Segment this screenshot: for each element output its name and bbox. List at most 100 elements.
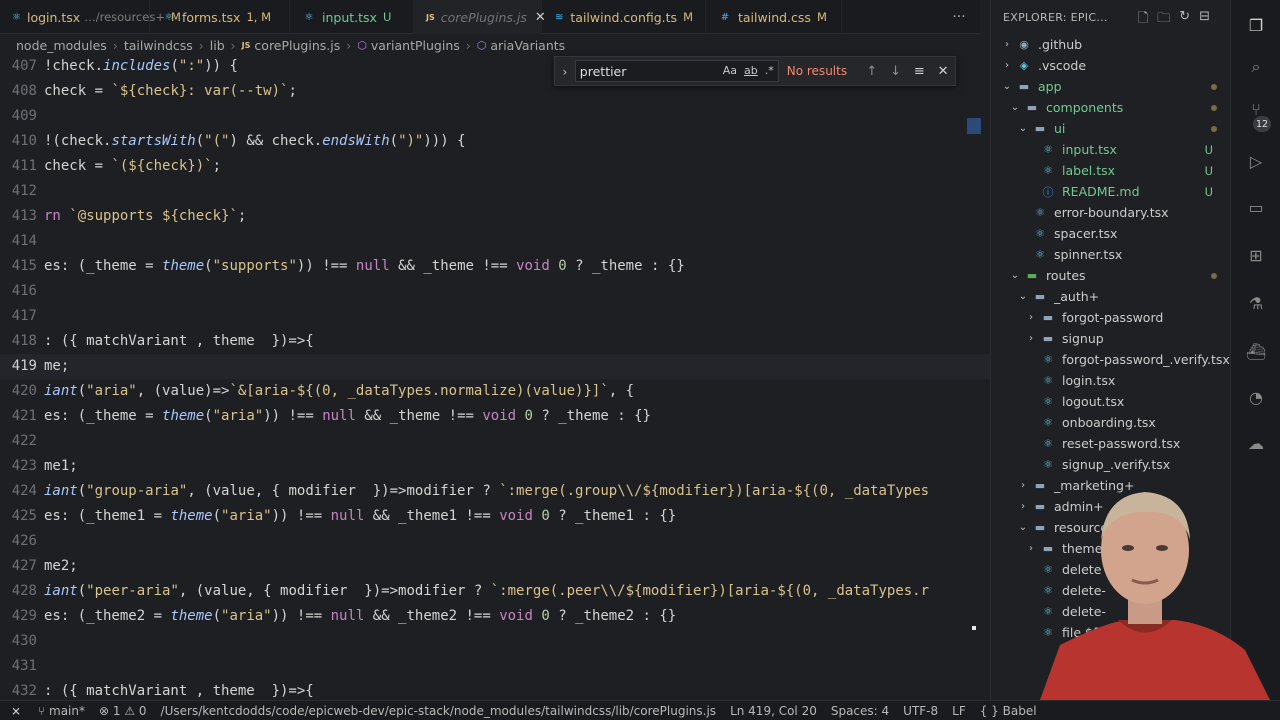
new-folder-icon[interactable]: 🗀: [1157, 9, 1170, 31]
tree-folder-routes[interactable]: ⌄ ▬ routes: [991, 265, 1231, 286]
code-line[interactable]: 425 es: (_theme1 = theme("aria")) !== nul…: [0, 504, 990, 529]
more-actions-icon[interactable]: ···: [946, 0, 972, 34]
code-line[interactable]: 414: [0, 229, 990, 254]
docker-icon[interactable]: ⛴: [1245, 340, 1267, 362]
find-input[interactable]: prettier Aa ab .*: [574, 60, 779, 82]
tree-folder-forgot-password[interactable]: › ▬ forgot-password: [991, 307, 1231, 328]
indentation[interactable]: Spaces: 4: [831, 704, 889, 718]
code-line[interactable]: 431: [0, 654, 990, 679]
tree-folder-vscode[interactable]: › ◈ .vscode: [991, 55, 1231, 76]
code-editor[interactable]: 407 !check.includes(":")) {408 check = `${…: [0, 56, 990, 700]
code-line[interactable]: 427 me2;: [0, 554, 990, 579]
match-whole-word-icon[interactable]: ab: [744, 64, 758, 77]
git-branch[interactable]: ⑂ main*: [38, 704, 85, 718]
problems-indicator[interactable]: ⊗ 1 ⚠ 0: [99, 704, 147, 718]
match-case-icon[interactable]: Aa: [723, 64, 737, 77]
end-of-line[interactable]: LF: [952, 704, 966, 718]
code-line[interactable]: 413 rn `@supports ${check}`;: [0, 204, 990, 229]
code-line[interactable]: 421 es: (_theme = theme("aria")) !== null…: [0, 404, 990, 429]
vertical-scrollbar[interactable]: [966, 56, 980, 700]
tab-input-tsx[interactable]: ⚛ input.tsx U: [290, 0, 414, 34]
tree-file-login-tsx[interactable]: ⚛ login.tsx: [991, 370, 1231, 391]
folder-green-icon: ▬: [1026, 269, 1038, 282]
code-line[interactable]: 422: [0, 429, 990, 454]
code-line[interactable]: 430: [0, 629, 990, 654]
tab-coreplugins-js[interactable]: JS corePlugins.js ✕: [414, 0, 546, 34]
collapse-all-icon[interactable]: ⊟: [1199, 9, 1210, 31]
code-line[interactable]: 419 me;: [0, 354, 990, 379]
react-icon: ⚛: [1043, 353, 1053, 366]
tree-label: reset-password.tsx: [1062, 436, 1181, 451]
code-line[interactable]: 415 es: (_theme = theme("supports")) !== …: [0, 254, 990, 279]
remote-indicator-icon[interactable]: ⨯: [0, 701, 32, 720]
tree-folder-github[interactable]: › ◉ .github: [991, 34, 1231, 55]
line-number: 412: [11, 183, 37, 199]
scrollbar-thumb[interactable]: [967, 118, 981, 134]
extensions-icon[interactable]: ⊞: [1245, 244, 1267, 266]
tree-file-onboarding-tsx[interactable]: ⚛ onboarding.tsx: [991, 412, 1231, 433]
tree-folder-components[interactable]: ⌄ ▬ components: [991, 97, 1231, 118]
tree-file-spacer-tsx[interactable]: ⚛ spacer.tsx: [991, 223, 1231, 244]
tree-folder-ui[interactable]: ⌄ ▬ ui: [991, 118, 1231, 139]
tree-label: error-boundary.tsx: [1054, 205, 1169, 220]
breadcrumb-item[interactable]: lib: [210, 38, 225, 53]
regex-icon[interactable]: .*: [765, 64, 774, 77]
tab-forms-tsx[interactable]: ⚛ forms.tsx 1, M: [150, 0, 290, 34]
tree-folder-app[interactable]: ⌄ ▬ app: [991, 76, 1231, 97]
tree-file-spinner-tsx[interactable]: ⚛ spinner.tsx: [991, 244, 1231, 265]
refresh-icon[interactable]: ↻: [1179, 9, 1190, 31]
testing-icon[interactable]: ⚗: [1245, 292, 1267, 314]
code-line[interactable]: 412: [0, 179, 990, 204]
code-text: me2;: [44, 558, 78, 574]
code-line[interactable]: 418: ({ matchVariant , theme })=>{: [0, 329, 990, 354]
remote-explorer-icon[interactable]: ▭: [1245, 196, 1267, 218]
breadcrumb-item[interactable]: variantPlugins: [371, 38, 460, 53]
code-line[interactable]: 432: ({ matchVariant , theme })=>{: [0, 679, 990, 700]
tab-tailwind-config-ts[interactable]: ≋ tailwind.config.ts M: [542, 0, 706, 34]
breadcrumb-item[interactable]: tailwindcss: [124, 38, 193, 53]
previous-match-button[interactable]: ↑: [860, 64, 884, 79]
run-debug-icon[interactable]: ▷: [1245, 150, 1267, 172]
code-line[interactable]: 429 es: (_theme2 = theme("aria")) !== nul…: [0, 604, 990, 629]
containers-icon[interactable]: ☁: [1245, 432, 1267, 454]
tree-file-reset-password-tsx[interactable]: ⚛ reset-password.tsx: [991, 433, 1231, 454]
code-line[interactable]: 411 check = `(${check})`;: [0, 154, 990, 179]
breadcrumb-item[interactable]: ariaVariants: [490, 38, 565, 53]
code-line[interactable]: 424 iant("group-aria", (value, { modifier…: [0, 479, 990, 504]
code-line[interactable]: 426: [0, 529, 990, 554]
code-text: : ({ matchVariant , theme })=>{: [44, 683, 314, 699]
close-icon[interactable]: ✕: [931, 64, 955, 79]
new-file-icon[interactable]: 🗋: [1138, 9, 1148, 31]
search-icon[interactable]: ⌕: [1245, 56, 1267, 78]
next-match-button[interactable]: ↓: [884, 64, 908, 79]
timeline-icon[interactable]: ◔: [1245, 386, 1267, 408]
code-line[interactable]: 428 iant("peer-aria", (value, { modifier …: [0, 579, 990, 604]
code-line[interactable]: 420 iant("aria", (value)=>`&[aria-${(0, _…: [0, 379, 990, 404]
tree-file-input-tsx[interactable]: ⚛ input.tsx U: [991, 139, 1231, 160]
explorer-icon[interactable]: ❐: [1245, 14, 1267, 36]
tree-file-logout-tsx[interactable]: ⚛ logout.tsx: [991, 391, 1231, 412]
code-line[interactable]: 417: [0, 304, 990, 329]
chevron-right-icon[interactable]: ›: [555, 64, 575, 79]
code-line[interactable]: 416: [0, 279, 990, 304]
tab-login-tsx[interactable]: ⚛ login.tsx …/resources+ M: [0, 0, 181, 34]
tree-file-forgot-password-verify-tsx[interactable]: ⚛ forgot-password_.verify.tsx: [991, 349, 1231, 370]
git-status-badge: U: [1204, 142, 1213, 157]
cursor-position[interactable]: Ln 419, Col 20: [730, 704, 817, 718]
code-line[interactable]: 423 me1;: [0, 454, 990, 479]
encoding[interactable]: UTF-8: [903, 704, 938, 718]
code-line[interactable]: 409: [0, 104, 990, 129]
tree-folder-auth[interactable]: ⌄ ▬ _auth+: [991, 286, 1231, 307]
tab-tailwind-css[interactable]: # tailwind.css M: [706, 0, 842, 34]
tree-folder-signup[interactable]: › ▬ signup: [991, 328, 1231, 349]
source-control-badge: 12: [1253, 116, 1271, 132]
breadcrumb-item[interactable]: corePlugins.js: [254, 38, 340, 53]
find-in-selection-icon[interactable]: ≡: [907, 64, 931, 79]
language-mode[interactable]: { } Babel: [980, 704, 1037, 718]
tree-file-error-boundary-tsx[interactable]: ⚛ error-boundary.tsx: [991, 202, 1231, 223]
code-line[interactable]: 410 !(check.startsWith("(") && check.ends…: [0, 129, 990, 154]
tree-file-label-tsx[interactable]: ⚛ label.tsx U: [991, 160, 1231, 181]
react-icon: ⚛: [1043, 164, 1053, 177]
breadcrumb-item[interactable]: node_modules: [16, 38, 107, 53]
tree-file-readme-md[interactable]: ⓘ README.md U: [991, 181, 1231, 202]
